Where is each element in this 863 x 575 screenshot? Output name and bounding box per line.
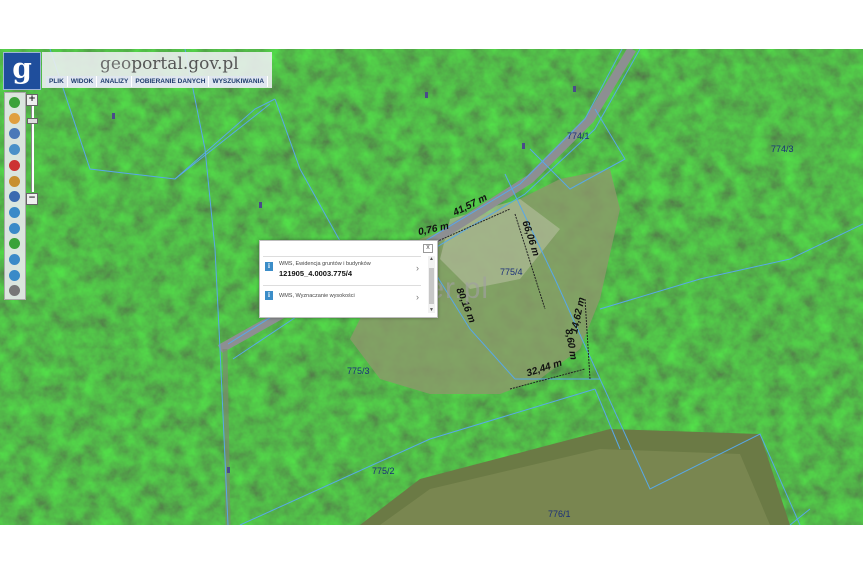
close-button[interactable]: x — [423, 244, 433, 253]
parcel-label: 776/1 — [548, 509, 571, 519]
tools-toolbar — [4, 92, 26, 300]
layers-icon[interactable] — [9, 144, 20, 156]
chevron-right-icon: › — [416, 292, 419, 302]
globe-icon[interactable] — [9, 238, 20, 250]
menu-item-widok[interactable]: WIDOK — [67, 76, 98, 87]
popup-row-ewidencja[interactable]: i WMS, Ewidencja gruntów i budynków 1219… — [263, 256, 421, 281]
road-label — [573, 86, 577, 92]
scroll-up-icon[interactable]: ▲ — [428, 256, 435, 262]
zoom-out-tool-icon[interactable] — [9, 222, 20, 234]
road-label — [425, 92, 429, 98]
xyz-icon[interactable] — [9, 191, 20, 203]
menu-item-wyszukiwania[interactable]: WYSZUKIWANIA — [209, 76, 269, 87]
back-arrow-icon[interactable] — [9, 254, 20, 265]
row-source: WMS, Ewidencja gruntów i budynków — [279, 261, 371, 267]
pan-icon[interactable] — [9, 112, 20, 124]
popup-row-wysokosci[interactable]: i WMS, Wyznaczanie wysokości › — [263, 285, 421, 310]
zoom-control: + − — [26, 94, 38, 205]
menu-item-analizy[interactable]: ANALIZY — [97, 76, 133, 87]
info-icon: i — [265, 262, 273, 271]
zoom-slider-handle[interactable] — [27, 118, 38, 124]
measure-icon[interactable] — [9, 175, 20, 187]
chevron-right-icon: › — [416, 263, 419, 273]
geoportal-logo[interactable]: g — [3, 52, 41, 90]
road-label — [259, 202, 263, 208]
scroll-down-icon[interactable]: ▼ — [428, 307, 435, 313]
menu-item-plik[interactable]: PLIK — [46, 76, 68, 87]
legend-icon[interactable] — [9, 128, 20, 140]
parcel-label: 774/3 — [771, 144, 794, 154]
feature-info-popup: x i WMS, Ewidencja gruntów i budynków 12… — [259, 240, 438, 318]
row-parcel-id: 121905_4.0003.775/4 — [279, 269, 352, 278]
parcel-label: 775/2 — [372, 466, 395, 476]
zoom-in-button[interactable]: + — [26, 94, 38, 106]
popup-scrollbar[interactable]: ▲ ▼ — [428, 256, 435, 313]
clear-icon[interactable] — [9, 285, 20, 297]
parcel-label: 775/4 — [500, 267, 523, 277]
zoom-in-tool-icon[interactable] — [9, 206, 20, 218]
parcel-label: 774/1 — [567, 131, 590, 141]
road-label — [522, 143, 526, 149]
info-icon[interactable] — [9, 97, 20, 108]
parcel-label: 775/3 — [347, 366, 370, 376]
road-label — [112, 113, 116, 119]
scroll-thumb[interactable] — [429, 268, 434, 304]
road-label — [227, 467, 231, 473]
brand-title: geoportal.gov.pl — [100, 54, 239, 74]
forward-arrow-icon[interactable] — [9, 269, 20, 281]
menu-item-pobieranie-danych[interactable]: POBIERANIE DANYCH — [132, 76, 210, 87]
zoom-out-button[interactable]: − — [26, 193, 38, 205]
main-menu: PLIK WIDOK ANALIZY POBIERANIE DANYCH WYS… — [46, 76, 269, 87]
row-source: WMS, Wyznaczanie wysokości — [279, 293, 355, 299]
info-icon: i — [265, 291, 273, 300]
print-icon[interactable] — [9, 159, 20, 171]
